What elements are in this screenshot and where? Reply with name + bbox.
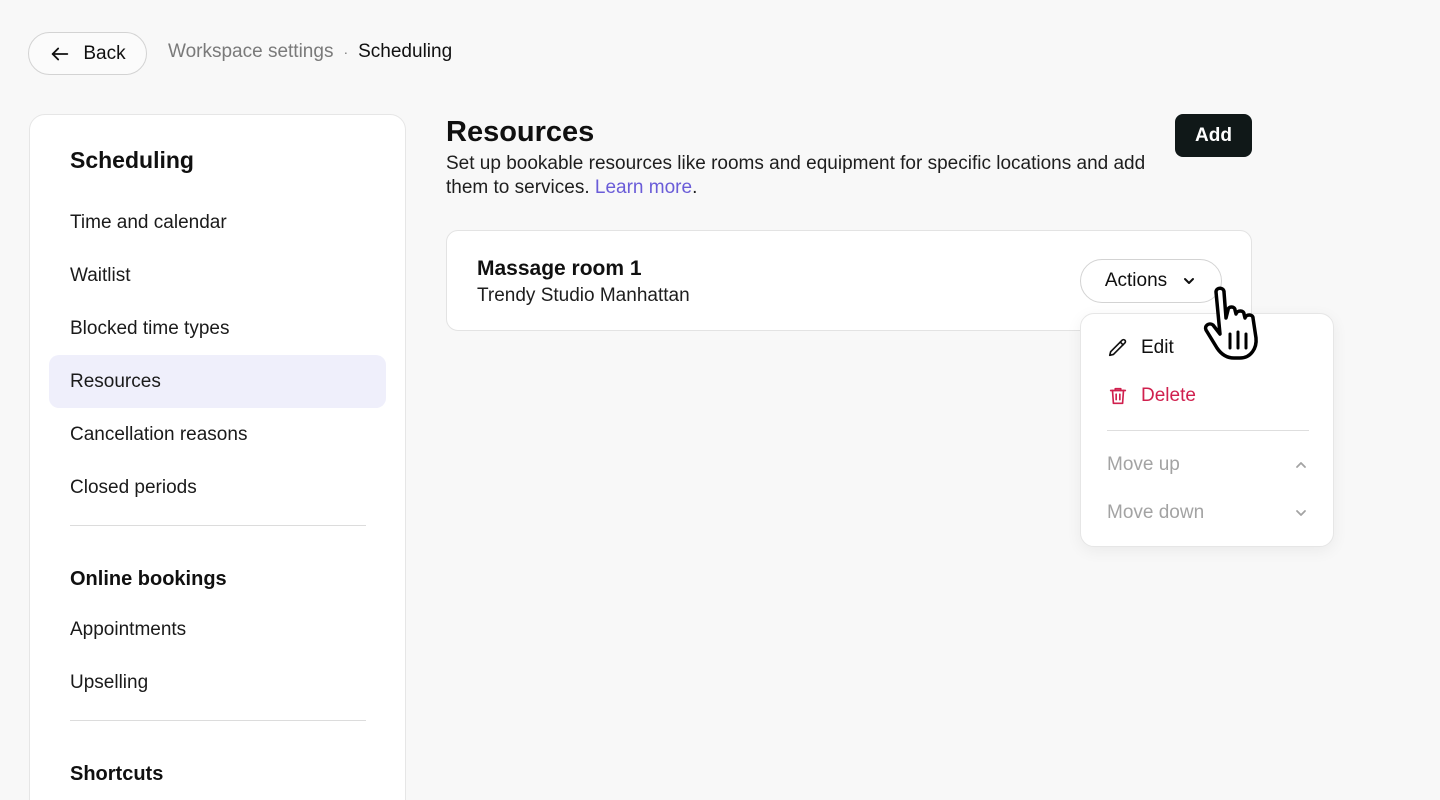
chevron-down-icon <box>1296 510 1306 516</box>
trash-icon <box>1109 387 1127 405</box>
menu-item-delete[interactable]: Delete <box>1107 376 1309 416</box>
resource-name: Massage room 1 <box>477 257 642 280</box>
add-resource-button[interactable]: Add <box>1175 114 1252 157</box>
sidebar-heading-shortcuts: Shortcuts <box>70 763 164 785</box>
sidebar-divider <box>70 720 366 721</box>
sidebar-item-blocked-time-types[interactable]: Blocked time types <box>49 302 386 355</box>
breadcrumb-parent[interactable]: Workspace settings <box>168 41 333 63</box>
page-title: Resources <box>446 116 595 148</box>
sidebar-item-time-and-calendar[interactable]: Time and calendar <box>49 196 386 249</box>
arrow-left-icon <box>52 47 69 60</box>
menu-item-label: Move down <box>1107 502 1205 523</box>
menu-item-label: Edit <box>1141 337 1174 358</box>
sidebar-item-cancellation-reasons[interactable]: Cancellation reasons <box>49 408 386 461</box>
sidebar-item-label: Resources <box>70 370 161 392</box>
chevron-up-icon <box>1296 462 1306 468</box>
sidebar-item-label: Waitlist <box>70 264 131 286</box>
actions-button-label: Actions <box>1104 270 1168 291</box>
page-description: Set up bookable resources like rooms and… <box>446 153 1146 198</box>
chevron-down-icon <box>1184 278 1195 284</box>
menu-item-label: Delete <box>1141 385 1196 406</box>
sidebar-item-label: Appointments <box>70 618 187 640</box>
sidebar-heading-scheduling: Scheduling <box>70 147 194 173</box>
breadcrumb-current: Scheduling <box>358 41 453 62</box>
sidebar-item-label: Closed periods <box>70 476 197 498</box>
sidebar-item-waitlist[interactable]: Waitlist <box>49 249 386 302</box>
menu-item-move-up[interactable]: Move up <box>1107 445 1309 485</box>
menu-item-move-down[interactable]: Move down <box>1107 493 1309 533</box>
sidebar-item-label: Time and calendar <box>70 211 227 233</box>
sidebar-item-appointments[interactable]: Appointments <box>49 603 386 656</box>
menu-item-label: Move up <box>1107 454 1180 475</box>
pencil-icon <box>1108 338 1127 357</box>
breadcrumb-separator: · <box>343 44 349 60</box>
sidebar-item-upselling[interactable]: Upselling <box>49 656 386 709</box>
sidebar-item-label: Blocked time types <box>70 317 230 339</box>
resource-location: Trendy Studio Manhattan <box>477 285 690 306</box>
breadcrumb: Workspace settings · Scheduling <box>168 41 452 63</box>
sidebar-heading-online-bookings: Online bookings <box>70 568 227 590</box>
sidebar-divider <box>70 525 366 526</box>
hand-pointer-icon <box>1203 286 1258 360</box>
sidebar-item-closed-periods[interactable]: Closed periods <box>49 461 386 514</box>
sidebar-item-label: Cancellation reasons <box>70 423 248 445</box>
sidebar-item-label: Upselling <box>70 671 149 693</box>
learn-more-link[interactable]: Learn more <box>595 177 692 198</box>
page-description-text: Set up bookable resources like rooms and… <box>446 153 1146 198</box>
sidebar-item-resources[interactable]: Resources <box>49 355 386 408</box>
back-button-label: Back <box>83 42 126 64</box>
settings-sidebar: Scheduling Time and calendar Waitlist Bl… <box>29 114 406 800</box>
menu-divider <box>1107 430 1309 431</box>
back-button[interactable]: Back <box>28 32 147 75</box>
